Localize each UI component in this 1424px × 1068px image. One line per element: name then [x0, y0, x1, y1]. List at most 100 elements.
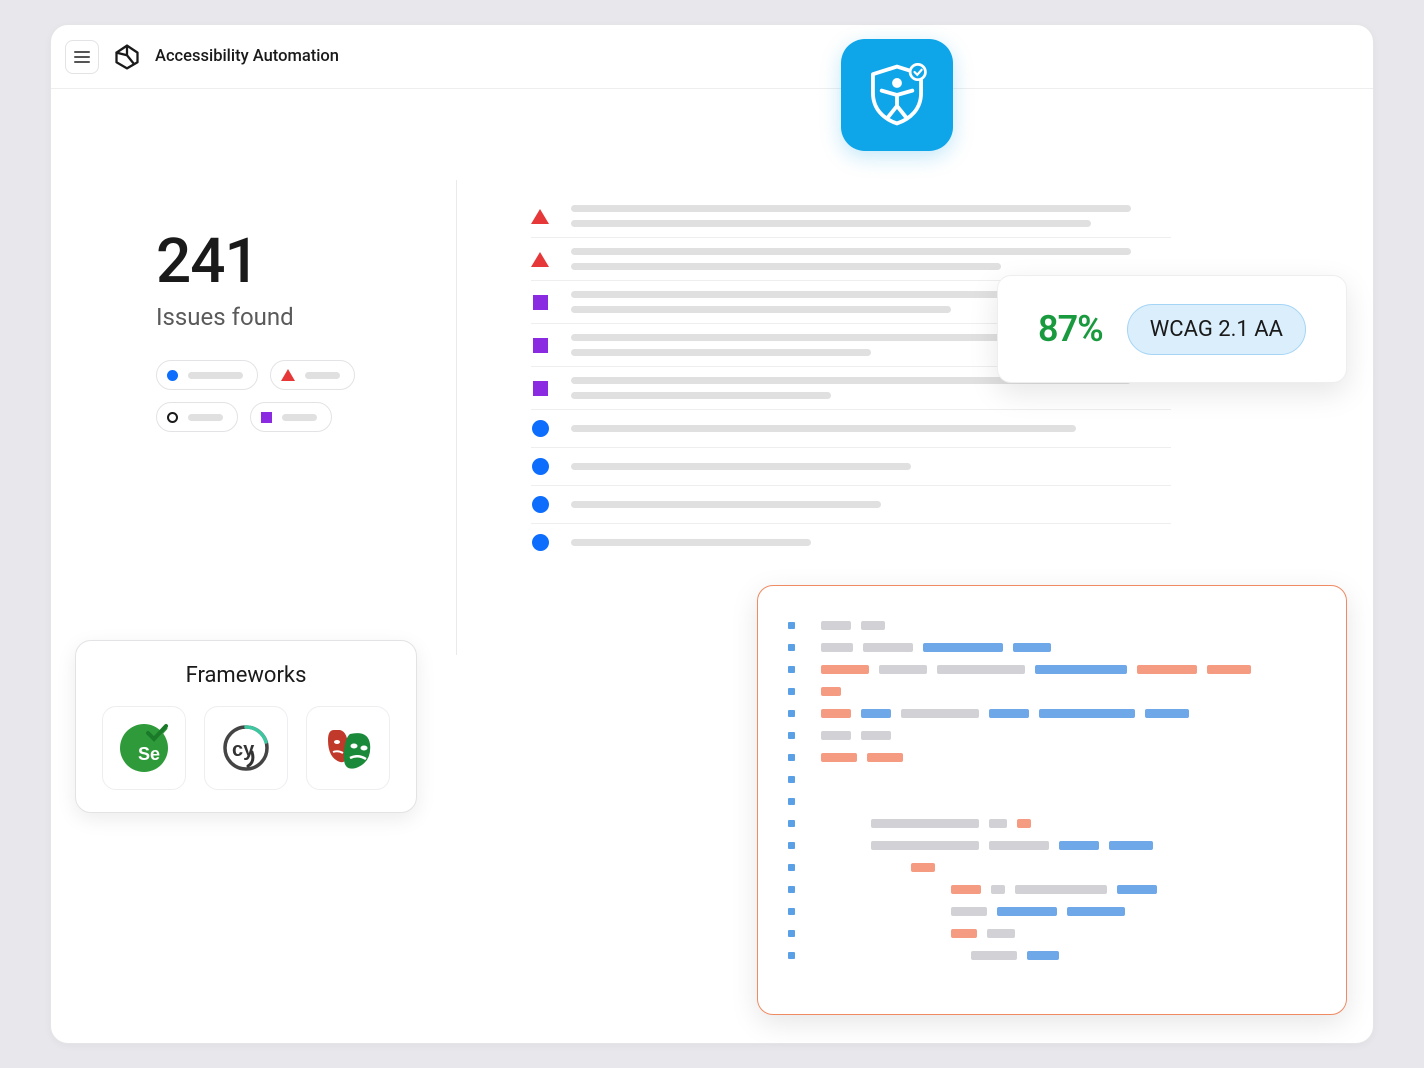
accessibility-shield-icon	[862, 60, 932, 130]
code-line	[788, 856, 1316, 878]
header-logo-area: Accessibility Automation	[113, 43, 339, 71]
code-token	[1015, 885, 1107, 894]
issue-row[interactable]	[531, 486, 1171, 524]
code-token	[987, 929, 1015, 938]
code-line	[788, 922, 1316, 944]
gutter-dot-icon	[788, 886, 795, 893]
code-line	[788, 680, 1316, 702]
code-token	[821, 709, 851, 718]
gutter-dot-icon	[788, 864, 795, 871]
severity-moderate-icon	[532, 534, 549, 551]
code-line	[788, 636, 1316, 658]
gutter-dot-icon	[788, 732, 795, 739]
severity-serious-icon	[533, 381, 548, 396]
severity-moderate-icon	[532, 496, 549, 513]
issue-text-placeholder	[571, 205, 1131, 227]
filter-chip[interactable]	[250, 402, 332, 432]
frameworks-title: Frameworks	[98, 663, 394, 688]
code-token	[997, 907, 1057, 916]
framework-playwright[interactable]	[306, 706, 390, 790]
code-line	[788, 724, 1316, 746]
filter-chip[interactable]	[270, 360, 355, 390]
code-token	[923, 643, 1003, 652]
code-token	[871, 841, 979, 850]
code-line	[788, 702, 1316, 724]
code-token	[821, 753, 857, 762]
app-window: Accessibility Automation 241 Issues foun…	[50, 24, 1374, 1044]
code-token	[821, 621, 851, 630]
gutter-dot-icon	[788, 820, 795, 827]
menu-button[interactable]	[65, 40, 99, 74]
severity-moderate-icon	[532, 458, 549, 475]
square-purple-icon	[261, 412, 272, 423]
chip-bar	[188, 414, 223, 421]
selenium-icon: Se	[118, 722, 170, 774]
issue-row[interactable]	[531, 195, 1171, 238]
header-title: Accessibility Automation	[155, 47, 339, 66]
code-token	[1027, 951, 1059, 960]
severity-serious-icon	[533, 295, 548, 310]
code-line	[788, 658, 1316, 680]
code-token	[861, 731, 891, 740]
framework-selenium[interactable]: Se	[102, 706, 186, 790]
code-line	[788, 768, 1316, 790]
filter-chip[interactable]	[156, 360, 258, 390]
gutter-dot-icon	[788, 798, 795, 805]
gutter-dot-icon	[788, 622, 795, 629]
code-token	[861, 621, 885, 630]
code-token	[867, 753, 903, 762]
vertical-divider	[456, 180, 457, 655]
code-line	[788, 834, 1316, 856]
code-token	[821, 665, 869, 674]
cypress-icon: cy	[220, 722, 272, 774]
code-line	[788, 900, 1316, 922]
hamburger-icon	[74, 50, 90, 64]
code-snippet-card	[757, 585, 1347, 1015]
header: Accessibility Automation	[51, 25, 1373, 89]
code-token	[1137, 665, 1197, 674]
code-token	[1145, 709, 1189, 718]
gutter-dot-icon	[788, 776, 795, 783]
framework-cypress[interactable]: cy	[204, 706, 288, 790]
issue-row[interactable]	[531, 410, 1171, 448]
code-token	[989, 819, 1007, 828]
code-token	[821, 643, 853, 652]
issue-text-placeholder	[571, 425, 1076, 432]
issue-row[interactable]	[531, 524, 1171, 561]
code-token	[863, 643, 913, 652]
compliance-score-card: 87% WCAG 2.1 AA	[997, 275, 1347, 383]
code-token	[1117, 885, 1157, 894]
code-token	[1035, 665, 1127, 674]
gutter-dot-icon	[788, 842, 795, 849]
frameworks-card: Frameworks Se cy	[75, 640, 417, 813]
frameworks-grid: Se cy	[98, 706, 394, 790]
gutter-dot-icon	[788, 710, 795, 717]
code-token	[861, 709, 891, 718]
filter-chip[interactable]	[156, 402, 238, 432]
browserstack-logo-icon	[113, 43, 141, 71]
issue-row[interactable]	[531, 448, 1171, 486]
code-token	[1013, 643, 1051, 652]
svg-text:Se: Se	[138, 744, 160, 764]
code-line	[788, 944, 1316, 966]
severity-serious-icon	[533, 338, 548, 353]
severity-filter-chips	[156, 360, 416, 432]
code-token	[1039, 709, 1135, 718]
code-token	[1207, 665, 1251, 674]
severity-moderate-icon	[532, 420, 549, 437]
gutter-dot-icon	[788, 754, 795, 761]
gutter-dot-icon	[788, 666, 795, 673]
code-token	[821, 687, 841, 696]
issues-count: 241	[156, 225, 294, 298]
dot-outline-icon	[167, 412, 178, 423]
code-token	[951, 885, 981, 894]
chip-bar	[305, 372, 340, 379]
code-line	[788, 614, 1316, 636]
code-token	[821, 731, 851, 740]
code-token	[879, 665, 927, 674]
issue-text-placeholder	[571, 539, 811, 546]
issues-summary: 241 Issues found	[156, 225, 294, 331]
code-token	[1017, 819, 1031, 828]
code-token	[971, 951, 1017, 960]
code-token	[989, 709, 1029, 718]
